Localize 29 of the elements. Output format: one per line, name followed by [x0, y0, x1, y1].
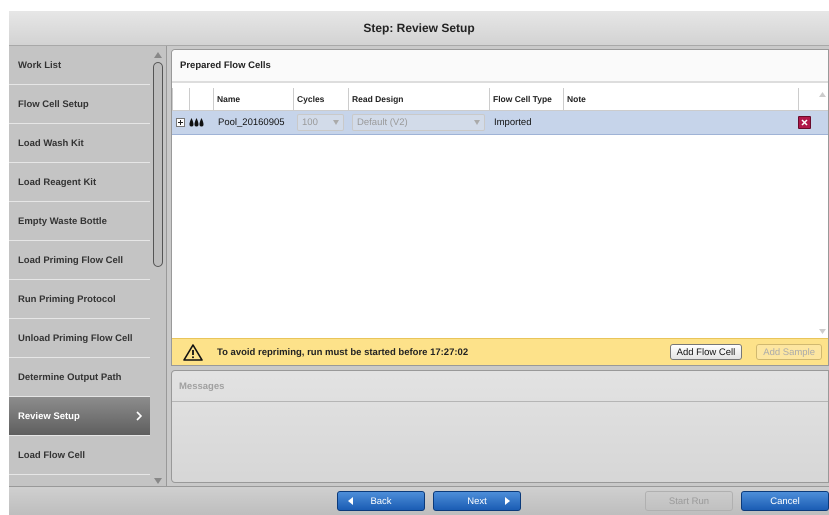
name-cell-text: Pool_20160905 [217, 117, 286, 128]
delete-button[interactable] [798, 116, 811, 129]
right-triangle-icon [505, 497, 510, 505]
scrollbar[interactable] [150, 46, 167, 486]
messages-title: Messages [179, 380, 224, 392]
column-header: Name [213, 88, 293, 110]
column-header: Read Design [348, 88, 489, 110]
expand-icon[interactable] [176, 118, 185, 127]
column-header: Flow Cell Type [489, 88, 563, 110]
column-header: Cycles [293, 88, 348, 110]
caret-icon [474, 120, 480, 125]
warning-text: To avoid repriming, run must be started before 17:27:02 [217, 346, 470, 358]
footer-button[interactable]: Cancel [741, 491, 829, 511]
droplets-icon [189, 117, 204, 128]
table-row[interactable]: Pool_20160905 100 Default (V2) Imported [172, 111, 828, 135]
panel-title: Prepared Flow Cells [180, 60, 271, 71]
add-flow-cell-button[interactable]: Add Flow Cell [670, 344, 742, 360]
window-title: Step: Review Setup [363, 21, 475, 35]
scroll-thumb[interactable] [153, 62, 163, 267]
caret-icon [333, 120, 339, 125]
back-button[interactable]: Back [337, 491, 425, 511]
step-item[interactable]: Review Setup [9, 397, 150, 436]
column-header: Note [563, 88, 798, 110]
next-button[interactable]: Next [433, 491, 521, 511]
left-triangle-icon [348, 497, 353, 505]
warning-icon [183, 344, 203, 360]
close-icon [801, 119, 808, 126]
chevron-right-icon [136, 411, 142, 421]
type-cell-text: Imported [493, 117, 532, 128]
